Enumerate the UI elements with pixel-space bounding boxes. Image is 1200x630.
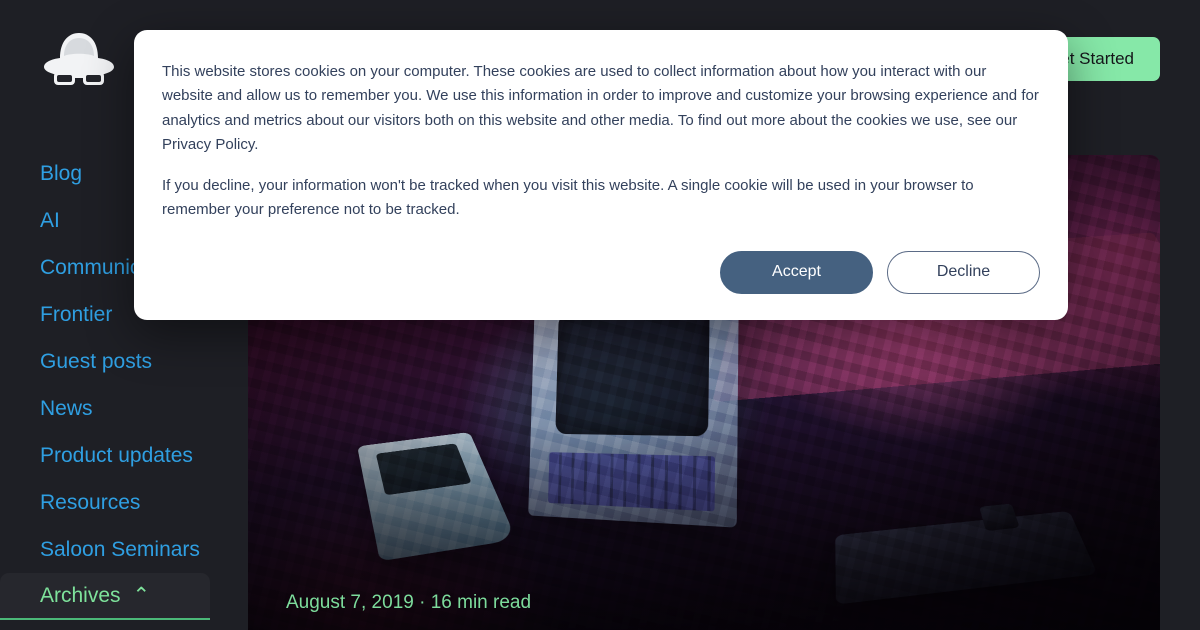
sidebar-item-label: Blog: [40, 163, 82, 184]
sidebar-item-saloon-seminars[interactable]: Saloon Seminars: [0, 526, 210, 573]
sidebar-item-label: News: [40, 398, 93, 419]
decline-cookies-button[interactable]: Decline: [887, 251, 1040, 294]
chevron-up-icon: ⌃: [133, 585, 151, 606]
sidebar-item-news[interactable]: News: [0, 385, 210, 432]
cookie-paragraph-2: If you decline, your information won't b…: [162, 174, 1040, 223]
sidebar-item-label: Resources: [40, 492, 140, 513]
sidebar-item-label: Saloon Seminars: [40, 539, 200, 560]
sidebar-item-label: Archives: [40, 585, 121, 606]
brand-logo-link[interactable]: [40, 28, 128, 90]
sidebar-item-archives[interactable]: Archives ⌃: [0, 573, 210, 620]
cowboy-hat-glasses-logo-icon: [40, 28, 118, 90]
article-meta: August 7, 2019 · 16 min read: [286, 592, 1122, 614]
sidebar-item-resources[interactable]: Resources: [0, 479, 210, 526]
sidebar-item-guest-posts[interactable]: Guest posts: [0, 338, 210, 385]
cookie-consent-dialog: This website stores cookies on your comp…: [134, 30, 1068, 320]
article-text-block: August 7, 2019 · 16 min read ‘Showing re…: [286, 592, 1122, 630]
cookie-actions: Accept Decline: [162, 251, 1040, 294]
cookie-paragraph-1: This website stores cookies on your comp…: [162, 60, 1040, 158]
sidebar-item-label: Product updates: [40, 445, 193, 466]
accept-cookies-button[interactable]: Accept: [720, 251, 873, 294]
sidebar-item-label: AI: [40, 210, 60, 231]
sidebar-item-label: Frontier: [40, 304, 112, 325]
sidebar-item-label: Guest posts: [40, 351, 152, 372]
sidebar-item-product-updates[interactable]: Product updates: [0, 432, 210, 479]
